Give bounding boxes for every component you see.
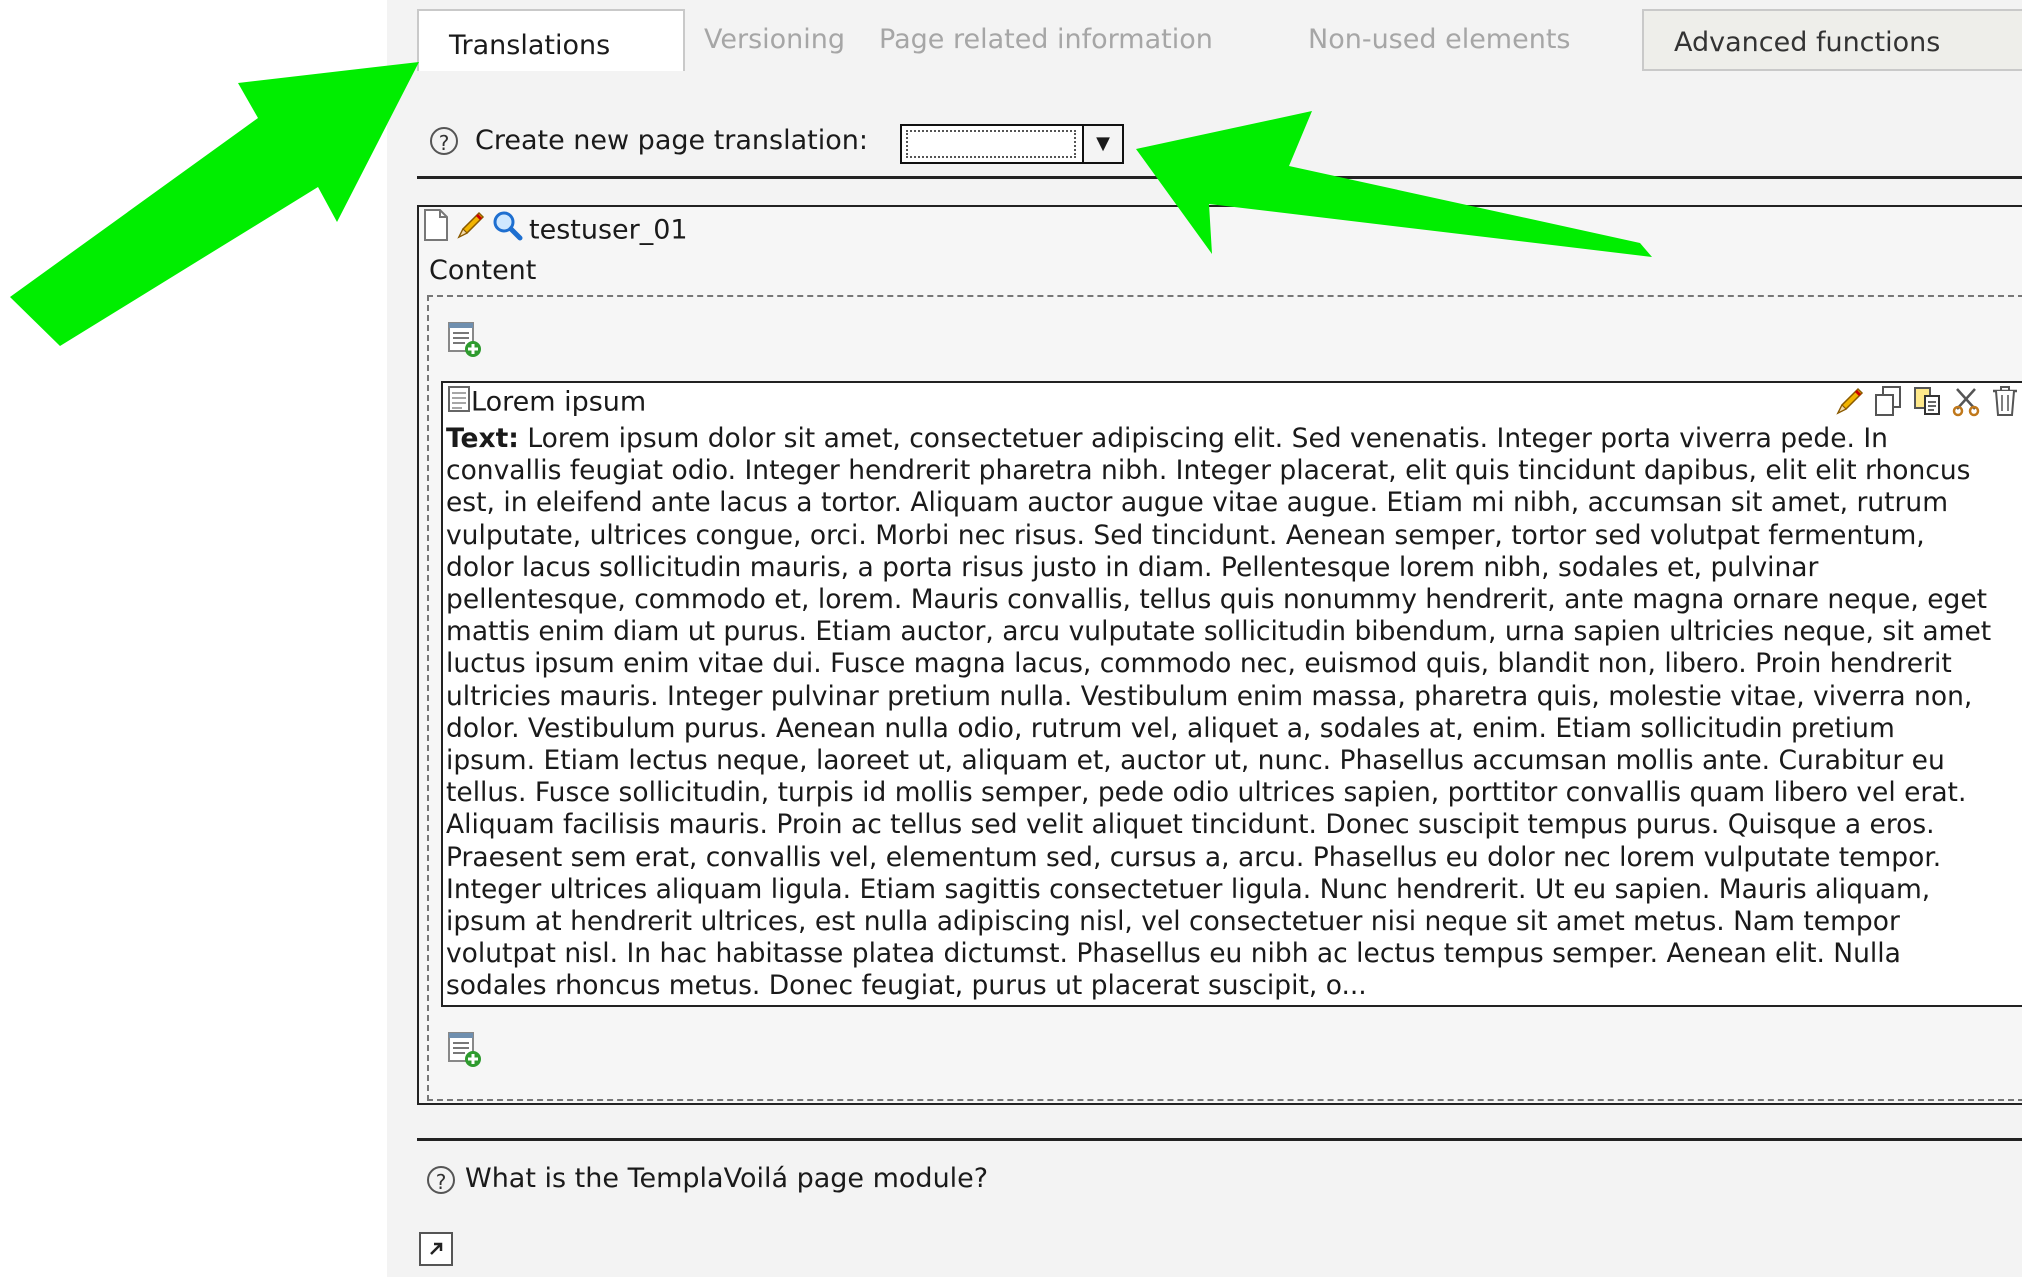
select-focus-outline — [906, 130, 1076, 158]
body-line: pellentesque, commodo et, lorem. Mauris … — [446, 584, 1988, 616]
body-line: Aliquam facilisis mauris. Proin ac tellu… — [446, 809, 1935, 841]
arrow-to-translations-tab — [10, 62, 419, 346]
dropdown-arrow-icon[interactable]: ▼ — [1082, 126, 1122, 162]
page-header: testuser_01 — [423, 209, 688, 249]
tab-advanced-functions[interactable]: Advanced functions — [1642, 9, 2022, 71]
content-element: Lorem ipsum Text: Lorem ipsum dolor sit … — [441, 381, 2022, 1007]
help-icon[interactable]: ? — [427, 1165, 455, 1194]
body-line: dolor. Vestibulum purus. Aenean nulla od… — [446, 712, 1895, 744]
body-line: est, in eleifend ante lacus a tortor. Al… — [446, 487, 1949, 519]
body-line: volutpat nisl. In hac habitasse platea d… — [446, 938, 1901, 970]
body-line: sodales rhoncus metus. Donec feugiat, pu… — [446, 970, 1367, 1002]
body-line: dolor lacus sollicitudin mauris, a porta… — [446, 551, 1819, 583]
templavoila-page-module: Translations Versioning Page related inf… — [387, 0, 2022, 1277]
module-tabs: Translations Versioning Page related inf… — [387, 9, 2022, 75]
body-line: tellus. Fusce sollicitudin, turpis id mo… — [446, 777, 1967, 809]
content-element-body: Text: Lorem ipsum dolor sit amet, consec… — [446, 423, 2022, 1003]
body-line: Praesent sem erat, convallis vel, elemen… — [446, 841, 1942, 873]
cut-icon[interactable] — [1951, 385, 1981, 421]
content-element-toolbar — [1830, 385, 2020, 419]
body-line: ipsum at hendrerit ultrices, est nulla a… — [446, 906, 1900, 938]
pencil-icon[interactable] — [1834, 385, 1864, 421]
add-content-icon[interactable] — [447, 1031, 483, 1069]
help-link[interactable]: What is the TemplaVoilá page module? — [465, 1163, 988, 1194]
document-icon — [447, 385, 471, 421]
shortcut-icon[interactable] — [419, 1232, 453, 1266]
body-line: ultricies mauris. Integer pulvinar preti… — [446, 680, 1973, 712]
translation-language-select[interactable]: ▼ — [900, 124, 1124, 164]
create-translation-label: Create new page translation: — [475, 125, 868, 156]
magnifier-icon[interactable] — [491, 209, 523, 253]
body-line: Integer ultrices aliquam ligula. Etiam s… — [446, 873, 1931, 905]
body-line: luctus ipsum enim vitae dui. Fusce magna… — [446, 648, 1952, 680]
text-field-label: Text: — [446, 423, 519, 454]
reference-icon[interactable] — [1912, 385, 1942, 421]
page-container: testuser_01 Content Lorem ipsum Text: Lo… — [417, 205, 2022, 1105]
body-line: convallis feugiat odio. Integer hendreri… — [446, 455, 1971, 487]
content-element-title: Lorem ipsum — [471, 386, 647, 418]
copy-icon[interactable] — [1873, 385, 1903, 421]
divider — [417, 176, 2022, 179]
content-element-header: Lorem ipsum — [447, 385, 646, 421]
divider — [417, 1138, 2022, 1141]
tab-versioning[interactable]: Versioning — [704, 9, 845, 71]
tab-page-related-information[interactable]: Page related information — [879, 9, 1213, 71]
tab-non-used-elements[interactable]: Non-used elements — [1308, 9, 1571, 71]
content-area-label: Content — [429, 255, 537, 286]
body-line: ipsum. Etiam lectus neque, laoreet ut, a… — [446, 745, 1945, 777]
pencil-icon[interactable] — [455, 209, 485, 253]
trash-icon[interactable] — [1990, 385, 2020, 421]
content-dropzone: Lorem ipsum Text: Lorem ipsum dolor sit … — [427, 295, 2022, 1101]
body-line: Lorem ipsum dolor sit amet, consectetuer… — [518, 423, 1888, 454]
help-icon[interactable]: ? — [430, 127, 458, 155]
add-content-icon[interactable] — [447, 321, 483, 359]
body-line: vulputate, ultrices congue, orci. Morbi … — [446, 519, 1925, 551]
page-icon — [423, 209, 449, 253]
body-line: mattis enim diam ut purus. Etiam auctor,… — [446, 616, 1992, 648]
tab-panel-translations: ? Create new page translation: ▼ testuse… — [417, 71, 2022, 1277]
page-title: testuser_01 — [529, 214, 688, 246]
tab-translations[interactable]: Translations — [417, 9, 685, 75]
help-row: ? What is the TemplaVoilá page module? — [427, 1159, 988, 1199]
